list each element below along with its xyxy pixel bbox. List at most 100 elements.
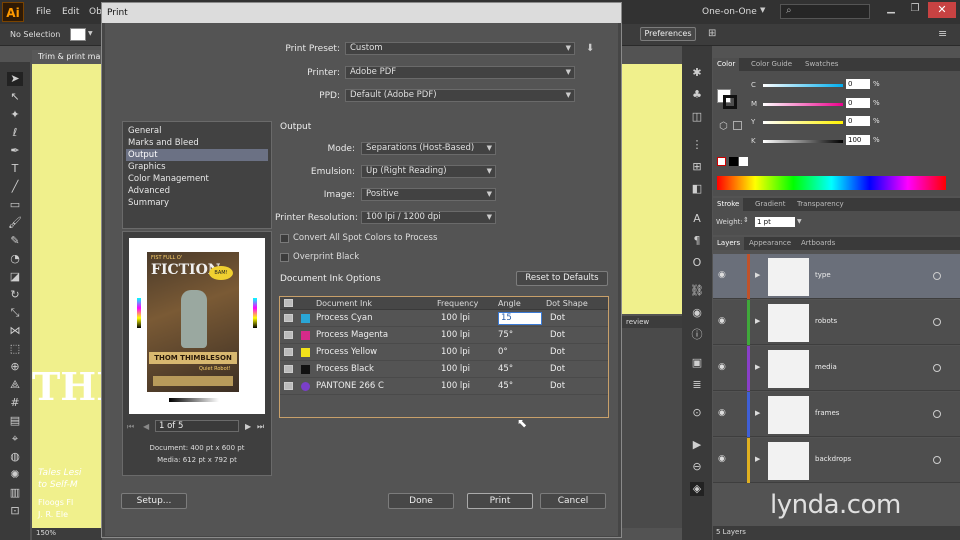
- ppd-select[interactable]: Default (Adobe PDF) ▼: [345, 89, 575, 102]
- channel-c-value[interactable]: 0: [846, 79, 870, 89]
- weight-input[interactable]: 1 pt: [755, 217, 795, 227]
- ink-angle[interactable]: 45°: [498, 361, 513, 378]
- character-icon[interactable]: A: [690, 212, 704, 226]
- tab-appearance[interactable]: Appearance: [745, 237, 795, 250]
- close-button[interactable]: ✕: [928, 2, 956, 18]
- tab-transparency[interactable]: Transparency: [793, 198, 848, 211]
- eye-icon[interactable]: ◉: [718, 362, 726, 372]
- paintbrush-icon[interactable]: 🖌: [7, 216, 23, 230]
- printer-select[interactable]: Adobe PDF ▼: [345, 66, 575, 79]
- expand-arrow-icon[interactable]: ▶: [755, 271, 760, 279]
- graphic-styles-icon[interactable]: ◫: [690, 110, 704, 124]
- first-page-icon[interactable]: ⏮: [127, 422, 134, 432]
- scale-tool-icon[interactable]: ⤡: [7, 306, 23, 320]
- ink-frequency[interactable]: 100 lpi: [441, 327, 470, 344]
- flattener-preview-icon[interactable]: ◈: [690, 482, 704, 496]
- ink-row[interactable]: Process Black 100 lpi 45° Dot: [280, 361, 608, 378]
- variables-icon[interactable]: ⊖: [690, 460, 704, 474]
- search-input[interactable]: ⌕: [780, 4, 870, 19]
- shape-builder-icon[interactable]: ⊕: [7, 360, 23, 374]
- eye-icon[interactable]: ◉: [718, 270, 726, 280]
- tab-gradient[interactable]: Gradient: [751, 198, 789, 211]
- printer-icon[interactable]: [284, 314, 293, 322]
- channel-k-value[interactable]: 100: [846, 135, 870, 145]
- layer-row[interactable]: ◉ ▶ backdrops: [713, 438, 960, 483]
- print-preset-select[interactable]: Custom ▼: [345, 42, 575, 55]
- free-transform-icon[interactable]: ⬚: [7, 342, 23, 356]
- ink-dot-shape[interactable]: Dot: [550, 361, 565, 378]
- artboard-tool-icon[interactable]: ⊡: [7, 504, 23, 518]
- category-item[interactable]: General: [126, 125, 268, 137]
- category-item[interactable]: Summary: [126, 197, 268, 209]
- menu-object[interactable]: Ob: [89, 0, 102, 24]
- printer-icon[interactable]: [284, 382, 293, 390]
- expand-arrow-icon[interactable]: ▶: [755, 317, 760, 325]
- tab-swatches[interactable]: Swatches: [801, 58, 842, 71]
- target-icon[interactable]: [933, 272, 941, 280]
- mode-select[interactable]: Separations (Host-Based) ▼: [361, 142, 496, 155]
- target-icon[interactable]: [933, 364, 941, 372]
- pathfinder-icon[interactable]: ◧: [690, 182, 704, 196]
- setup-button[interactable]: Setup...: [121, 493, 187, 509]
- emulsion-select[interactable]: Up (Right Reading) ▼: [361, 165, 496, 178]
- rotate-tool-icon[interactable]: ↻: [7, 288, 23, 302]
- channel-c-slider[interactable]: [763, 84, 843, 87]
- weight-stepper-icon[interactable]: ⇕: [743, 216, 751, 227]
- category-item[interactable]: Graphics: [126, 161, 268, 173]
- type-tool-icon[interactable]: T: [7, 162, 23, 176]
- printer-icon[interactable]: [284, 365, 293, 373]
- pen-tool-icon[interactable]: ✒: [7, 144, 23, 158]
- ink-row[interactable]: Process Magenta 100 lpi 75° Dot: [280, 327, 608, 344]
- save-preset-icon[interactable]: ⬇: [586, 43, 594, 54]
- symbol-sprayer-icon[interactable]: ✺: [7, 468, 23, 482]
- layer-row[interactable]: ◉ ▶ frames: [713, 392, 960, 437]
- transform-icon[interactable]: ⊞: [690, 160, 704, 174]
- eye-icon[interactable]: ◉: [718, 454, 726, 464]
- menu-file[interactable]: File: [36, 0, 51, 24]
- eye-icon[interactable]: ◉: [718, 408, 726, 418]
- next-page-icon[interactable]: ▶: [245, 422, 251, 431]
- ink-row[interactable]: Process Yellow 100 lpi 0° Dot: [280, 344, 608, 361]
- last-page-icon[interactable]: ⏭: [257, 422, 264, 432]
- layer-row[interactable]: ◉ ▶ media: [713, 346, 960, 391]
- navigator-icon[interactable]: ▣: [690, 356, 704, 370]
- print-button[interactable]: Print: [467, 493, 533, 509]
- angle-input[interactable]: 15: [498, 312, 542, 325]
- expand-arrow-icon[interactable]: ▶: [755, 363, 760, 371]
- layer-name[interactable]: robots: [815, 317, 837, 325]
- target-icon[interactable]: [933, 456, 941, 464]
- minimize-button[interactable]: ▁: [880, 3, 902, 17]
- gradient-tool-icon[interactable]: ▤: [7, 414, 23, 428]
- preferences-button[interactable]: Preferences: [640, 27, 696, 41]
- convert-spot-checkbox[interactable]: [280, 234, 289, 243]
- layer-row[interactable]: ◉ ▶ type: [713, 254, 960, 299]
- viewer-tab[interactable]: review: [622, 316, 682, 328]
- channel-k-slider[interactable]: [763, 140, 843, 143]
- lasso-icon[interactable]: ℓ: [7, 126, 23, 140]
- panel-menu-icon[interactable]: ≡: [938, 27, 947, 40]
- ink-angle[interactable]: 75°: [498, 327, 513, 344]
- target-icon[interactable]: [933, 410, 941, 418]
- category-item[interactable]: Advanced: [126, 185, 268, 197]
- attributes-icon[interactable]: ≣: [690, 378, 704, 392]
- layer-name[interactable]: type: [815, 271, 831, 279]
- ink-dot-shape[interactable]: Dot: [550, 344, 565, 361]
- brushes-icon[interactable]: ✱: [690, 66, 704, 80]
- tab-color[interactable]: Color: [713, 58, 740, 71]
- reset-defaults-button[interactable]: Reset to Defaults: [516, 271, 608, 286]
- magic-wand-icon[interactable]: ✦: [7, 108, 23, 122]
- image-select[interactable]: Positive ▼: [361, 188, 496, 201]
- color-spectrum[interactable]: [717, 176, 946, 190]
- default-colors-icon[interactable]: [733, 121, 742, 130]
- fill-swatch[interactable]: [70, 28, 86, 41]
- ink-angle[interactable]: 0°: [498, 344, 508, 361]
- pencil-icon[interactable]: ✎: [7, 234, 23, 248]
- rectangle-tool-icon[interactable]: ▭: [7, 198, 23, 212]
- ink-frequency[interactable]: 100 lpi: [441, 310, 470, 327]
- printer-icon[interactable]: [284, 331, 293, 339]
- zoom-level[interactable]: 150%: [36, 529, 56, 537]
- ink-dot-shape[interactable]: Dot: [550, 310, 565, 327]
- channel-m-value[interactable]: 0: [846, 98, 870, 108]
- page-number-field[interactable]: 1 of 5: [155, 420, 239, 432]
- workspace-dropdown-icon[interactable]: ▼: [760, 6, 765, 14]
